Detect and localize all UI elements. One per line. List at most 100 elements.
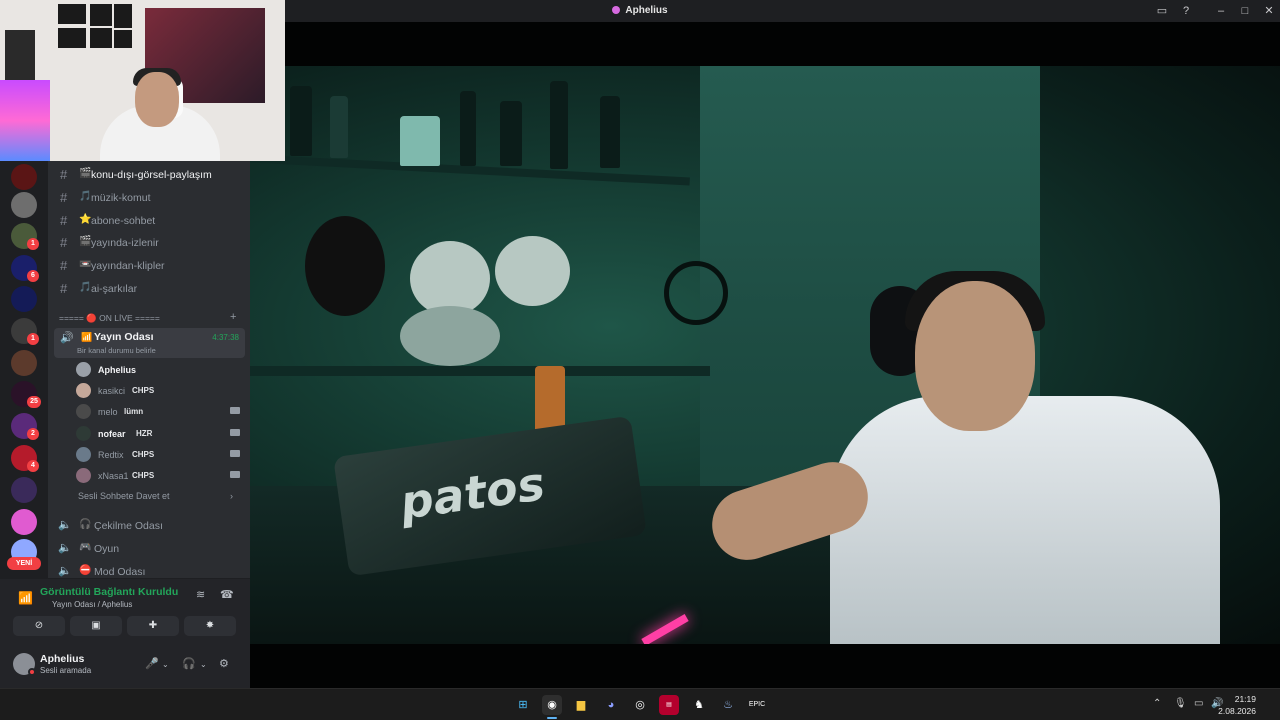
maximize-icon[interactable]: □ xyxy=(1237,3,1253,19)
desktop-screen: Aphelius ▭ ? – □ ✕ patos 1 6 1 25 2 4 YE… xyxy=(0,0,1280,720)
microphone-icon[interactable]: 🎤 xyxy=(145,657,159,670)
avatar xyxy=(76,468,91,483)
activities-button[interactable]: ✚ xyxy=(127,616,179,636)
minimize-icon[interactable]: – xyxy=(1213,3,1229,19)
text-channel-item[interactable]: # 🎵 müzik-komut xyxy=(58,187,244,207)
active-voice-channel[interactable]: 🔊 📶 Yayın Odası 4:37:38 Bir kanal durumu… xyxy=(54,328,245,358)
category-header[interactable]: ===== 🔴 ON LİVE ===== xyxy=(59,313,160,324)
gear-icon[interactable]: ⚙ xyxy=(219,657,229,670)
signal-icon[interactable]: 📶 xyxy=(18,591,33,605)
avatar xyxy=(76,447,91,462)
voice-channel-item[interactable]: 🔈 🎮 Oyun xyxy=(58,538,244,558)
picture-in-picture-icon[interactable]: ▭ xyxy=(1154,3,1170,19)
member-tag: CHPS xyxy=(132,471,155,480)
windows-start-icon[interactable]: ⊞ xyxy=(513,695,533,715)
microphone-icon[interactable]: 🎙 xyxy=(1174,698,1187,709)
help-icon[interactable]: ? xyxy=(1178,3,1194,19)
voice-channel-item[interactable]: 🔈 ⛔ Mod Odası xyxy=(58,561,244,578)
status-indicator xyxy=(28,668,36,676)
voice-member[interactable]: xNasa1 CHPS xyxy=(76,466,244,486)
server-icon[interactable] xyxy=(11,164,37,190)
speaker-icon: 🔈 xyxy=(58,519,72,531)
avatar xyxy=(76,383,91,398)
speaker-icon: 🔈 xyxy=(58,565,72,577)
server-icon[interactable] xyxy=(11,350,37,376)
new-badge[interactable]: YENİ xyxy=(7,557,41,570)
camera-off-button[interactable]: ⊘ xyxy=(13,616,65,636)
voice-channel-label: Mod Odası xyxy=(94,566,146,578)
video-camera-icon xyxy=(230,429,240,436)
soundboard-button[interactable]: ✸ xyxy=(184,616,236,636)
member-name: Redtix xyxy=(98,450,124,460)
connection-channel[interactable]: Yayın Odası / Aphelius xyxy=(52,600,132,609)
app-icon[interactable]: ♞ xyxy=(689,695,709,715)
user-name[interactable]: Aphelius xyxy=(40,653,84,665)
hash-icon: # xyxy=(60,235,68,250)
voice-member[interactable]: melo lümn xyxy=(76,402,244,422)
member-name: Aphelius xyxy=(98,365,137,375)
server-icon[interactable] xyxy=(11,477,37,503)
text-channel-item[interactable]: # 🎬 yayında-izlenir xyxy=(58,232,244,252)
app-icon[interactable]: ▤ xyxy=(659,695,679,715)
obs-icon[interactable]: ◎ xyxy=(630,695,650,715)
system-clock[interactable]: 21:19 2.08.2026 xyxy=(1218,693,1256,717)
member-tag: CHPS xyxy=(132,450,155,459)
member-name: xNasa1 xyxy=(98,471,129,481)
channel-emoji: 🎬 xyxy=(79,236,92,247)
avatar xyxy=(76,404,91,419)
channel-emoji: 📼 xyxy=(79,259,92,270)
text-channel-item[interactable]: # ⭐ abone-sohbet xyxy=(58,210,244,230)
chevron-right-icon: › xyxy=(230,491,233,501)
file-explorer-icon[interactable]: ▆ xyxy=(571,695,591,715)
disconnect-icon[interactable]: ☎ xyxy=(220,588,234,601)
discord-icon[interactable]: ◕ xyxy=(601,695,621,715)
voice-member[interactable]: Redtix CHPS xyxy=(76,445,244,465)
channel-emoji: 🎵 xyxy=(79,191,92,202)
noise-suppression-icon[interactable]: ≋ xyxy=(196,588,205,601)
voice-channel-name: Yayın Odası xyxy=(94,331,154,343)
display-icon[interactable]: ▭ xyxy=(1194,698,1203,709)
voice-member[interactable]: Aphelius xyxy=(76,360,244,380)
speaker-icon: 🔊 xyxy=(60,332,74,344)
chevron-down-icon[interactable]: ⌄ xyxy=(162,660,169,669)
member-tag: lümn xyxy=(124,407,144,416)
share-screen-button[interactable]: ▣ xyxy=(70,616,122,636)
chrome-icon[interactable]: ◉ xyxy=(542,695,562,715)
voice-member[interactable]: nofear HZR xyxy=(76,424,244,444)
member-name: nofear xyxy=(98,429,126,439)
chevron-up-icon[interactable]: ⌃ xyxy=(1153,698,1161,709)
add-channel-icon[interactable]: + xyxy=(230,311,236,323)
server-icon[interactable] xyxy=(11,286,37,312)
webcam-overlay[interactable] xyxy=(0,0,285,161)
close-icon[interactable]: ✕ xyxy=(1261,3,1277,19)
chevron-down-icon[interactable]: ⌄ xyxy=(200,660,207,669)
notification-badge: 1 xyxy=(27,333,39,345)
channel-label: konu-dışı-görsel-paylaşım xyxy=(91,169,212,181)
stream-video[interactable]: patos xyxy=(250,22,1280,688)
voice-member[interactable]: kasikci CHPS xyxy=(76,381,244,401)
video-camera-icon xyxy=(230,407,240,414)
epic-games-icon[interactable]: EPIC xyxy=(747,695,767,715)
invite-to-voice-link[interactable]: Sesli Sohbete Davet et xyxy=(78,491,170,501)
channel-label: ai-şarkılar xyxy=(91,283,138,295)
notification-badge: 1 xyxy=(27,238,39,250)
user-status: Sesli aramada xyxy=(40,666,92,675)
hash-icon: # xyxy=(60,167,68,182)
channel-status-prompt[interactable]: Bir kanal durumu belirle xyxy=(77,346,156,355)
channel-emoji: 🎵 xyxy=(79,282,92,293)
hash-icon: # xyxy=(60,213,68,228)
text-channel-item[interactable]: # 🎬 konu-dışı-görsel-paylaşım xyxy=(58,164,244,184)
text-channel-item[interactable]: # 📼 yayından-klipler xyxy=(58,255,244,275)
hash-icon: # xyxy=(60,190,68,205)
text-channel-item[interactable]: # 🎵 ai-şarkılar xyxy=(58,278,244,298)
steam-icon[interactable]: ♨ xyxy=(718,695,738,715)
voice-channel-item[interactable]: 🔈 🎧 Çekilme Odası xyxy=(58,515,244,535)
headphones-icon[interactable]: 🎧 xyxy=(182,657,196,670)
avatar xyxy=(76,426,91,441)
server-icon[interactable] xyxy=(11,509,37,535)
avatar xyxy=(76,362,91,377)
video-camera-icon xyxy=(230,471,240,478)
channel-emoji: ⛔ xyxy=(79,565,92,576)
server-icon[interactable] xyxy=(11,192,37,218)
channel-emoji: 🎮 xyxy=(79,542,92,553)
